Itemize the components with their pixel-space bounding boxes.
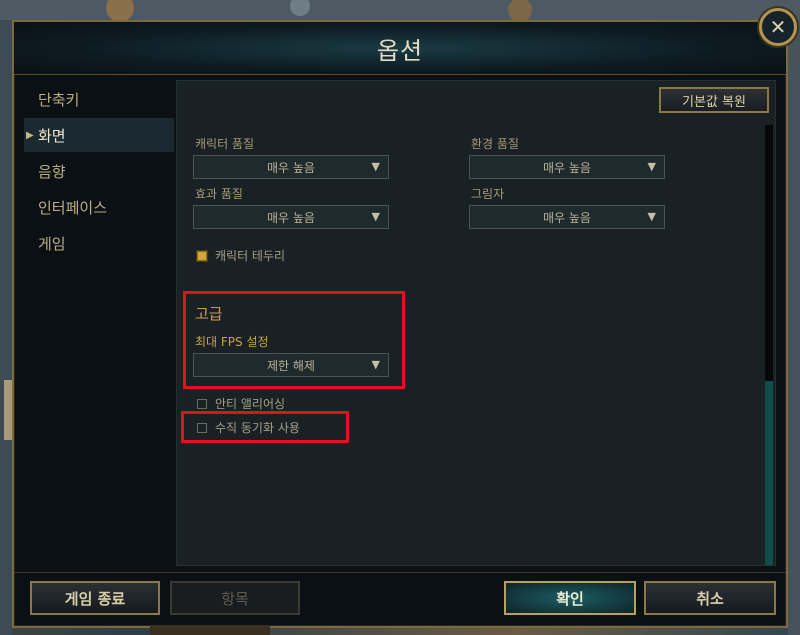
environment-quality-select[interactable]: 매우 높음 ▼: [469, 155, 665, 179]
shadow-select[interactable]: 매우 높음 ▼: [469, 205, 665, 229]
character-quality-value: 매우 높음: [267, 160, 315, 175]
options-dialog: 옵션 단축키 ▶ 화면 음향 인터페이스 게임 기본값 복원 캐릭터 품질 매우…: [12, 20, 788, 628]
character-outline-label: 캐릭터 테두리: [215, 249, 286, 263]
panel-scrollbar[interactable]: [765, 125, 773, 565]
sidebar-item-label: 화면: [38, 126, 66, 145]
exit-game-button[interactable]: 게임 종료: [30, 581, 160, 615]
environment-quality-label: 환경 품질: [471, 137, 519, 151]
bottom-decoration: [150, 625, 270, 635]
sidebar-item-video[interactable]: ▶ 화면: [24, 118, 174, 152]
sidebar-item-hotkeys[interactable]: 단축키: [24, 82, 174, 116]
highlight-box-advanced: [183, 291, 405, 389]
scrollbar-thumb[interactable]: [765, 381, 773, 565]
sidebar-item-label: 단축키: [38, 90, 80, 109]
video-settings-panel: 기본값 복원 캐릭터 품질 매우 높음 ▼ 환경 품질 매우 높음 ▼ 효과 품…: [176, 80, 776, 566]
close-button[interactable]: ✕: [759, 8, 797, 46]
sidebar-item-label: 음향: [38, 162, 66, 181]
dropdown-arrow-icon: ▼: [647, 210, 656, 223]
reset-defaults-button[interactable]: 기본값 복원: [659, 87, 769, 113]
shadow-label: 그림자: [471, 187, 505, 201]
shadow-value: 매우 높음: [543, 210, 591, 225]
options-sidebar: 단축키 ▶ 화면 음향 인터페이스 게임: [24, 82, 174, 262]
sidebar-item-game[interactable]: 게임: [24, 226, 174, 260]
dropdown-arrow-icon: ▼: [371, 210, 380, 223]
sidebar-item-label: 인터페이스: [38, 198, 108, 217]
effect-quality-value: 매우 높음: [267, 210, 315, 225]
dropdown-arrow-icon: ▼: [371, 160, 380, 173]
anti-aliasing-label: 안티 앨리어싱: [215, 397, 286, 411]
character-outline-checkbox[interactable]: [197, 251, 207, 261]
close-icon: ✕: [769, 15, 787, 39]
sidebar-item-sound[interactable]: 음향: [24, 154, 174, 188]
environment-quality-value: 매우 높음: [543, 160, 591, 175]
character-quality-select[interactable]: 매우 높음 ▼: [193, 155, 389, 179]
dialog-footer: 게임 종료 항목 확인 취소: [14, 572, 786, 629]
dialog-titlebar: 옵션: [14, 22, 786, 75]
character-quality-label: 캐릭터 품질: [195, 137, 255, 151]
ok-button[interactable]: 확인: [504, 581, 636, 615]
dropdown-arrow-icon: ▼: [647, 160, 656, 173]
dialog-title: 옵션: [376, 36, 424, 65]
sidebar-item-interface[interactable]: 인터페이스: [24, 190, 174, 224]
highlight-box-vsync: [181, 411, 349, 443]
chevron-right-icon: ▶: [26, 129, 34, 141]
effect-quality-select[interactable]: 매우 높음 ▼: [193, 205, 389, 229]
anti-aliasing-checkbox[interactable]: [197, 399, 207, 409]
item-button[interactable]: 항목: [170, 581, 300, 615]
cancel-button[interactable]: 취소: [644, 581, 776, 615]
sidebar-item-label: 게임: [38, 234, 66, 253]
effect-quality-label: 효과 품질: [195, 187, 243, 201]
